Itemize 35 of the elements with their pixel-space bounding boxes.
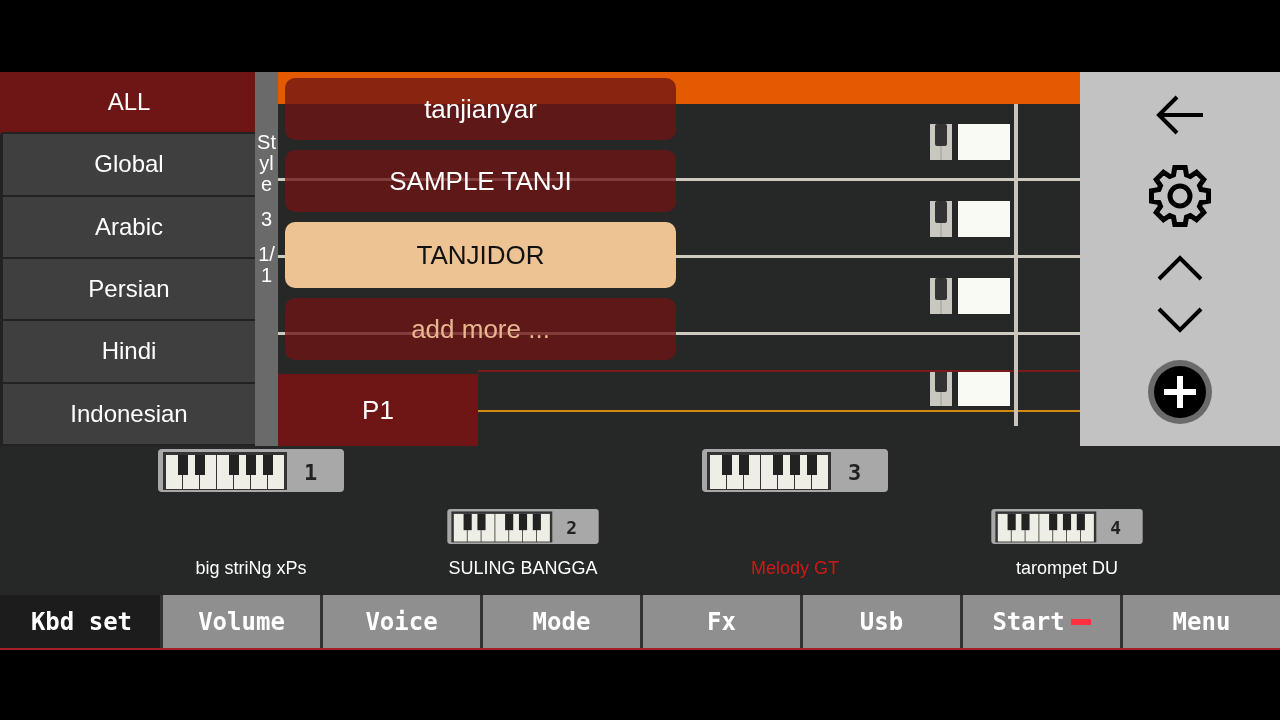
category-item[interactable]: Hindi bbox=[0, 321, 255, 384]
back-arrow-icon[interactable] bbox=[1155, 93, 1205, 137]
piano-key-icon bbox=[930, 124, 952, 160]
add-more-item[interactable]: add more ... bbox=[285, 298, 676, 360]
pattern-button[interactable]: P1 bbox=[278, 374, 478, 446]
category-item[interactable]: ALL bbox=[0, 72, 255, 135]
style-item[interactable]: SAMPLE TANJI bbox=[285, 150, 676, 212]
category-item[interactable]: Persian bbox=[0, 259, 255, 322]
keyboard-icon[interactable]: 1 bbox=[158, 449, 344, 492]
style-item[interactable]: tanjianyar bbox=[285, 78, 676, 140]
voice-name: tarompet DU bbox=[1015, 558, 1118, 579]
style-label: Style bbox=[256, 132, 277, 195]
category-item[interactable]: Indonesian bbox=[0, 383, 255, 446]
style-label: 3 bbox=[259, 209, 274, 230]
tab[interactable]: Kbd set bbox=[0, 595, 160, 648]
piano-key-icon bbox=[930, 370, 952, 406]
track-block[interactable] bbox=[958, 124, 1010, 160]
style-item[interactable]: TANJIDOR bbox=[285, 222, 676, 288]
up-chevron-icon[interactable] bbox=[1157, 255, 1203, 281]
piano-key-icon bbox=[930, 201, 952, 237]
add-icon[interactable] bbox=[1147, 359, 1213, 425]
voice-name: big striNg xPs bbox=[195, 558, 307, 579]
voice-name: SULING BANGGA bbox=[448, 558, 598, 579]
category-item[interactable]: Global bbox=[0, 134, 255, 197]
voice-name: Melody GT bbox=[751, 558, 839, 579]
style-label: 1/1 bbox=[257, 244, 276, 286]
track-block[interactable] bbox=[958, 201, 1010, 237]
track-block[interactable] bbox=[958, 278, 1010, 314]
down-chevron-icon[interactable] bbox=[1157, 307, 1203, 333]
record-indicator-icon bbox=[1070, 618, 1091, 625]
piano-key-icon bbox=[930, 278, 952, 314]
category-item[interactable]: Arabic bbox=[0, 196, 255, 259]
keyboard-icon[interactable]: 3 bbox=[702, 449, 888, 492]
track-block[interactable] bbox=[958, 370, 1010, 406]
settings-icon[interactable] bbox=[1147, 163, 1213, 229]
